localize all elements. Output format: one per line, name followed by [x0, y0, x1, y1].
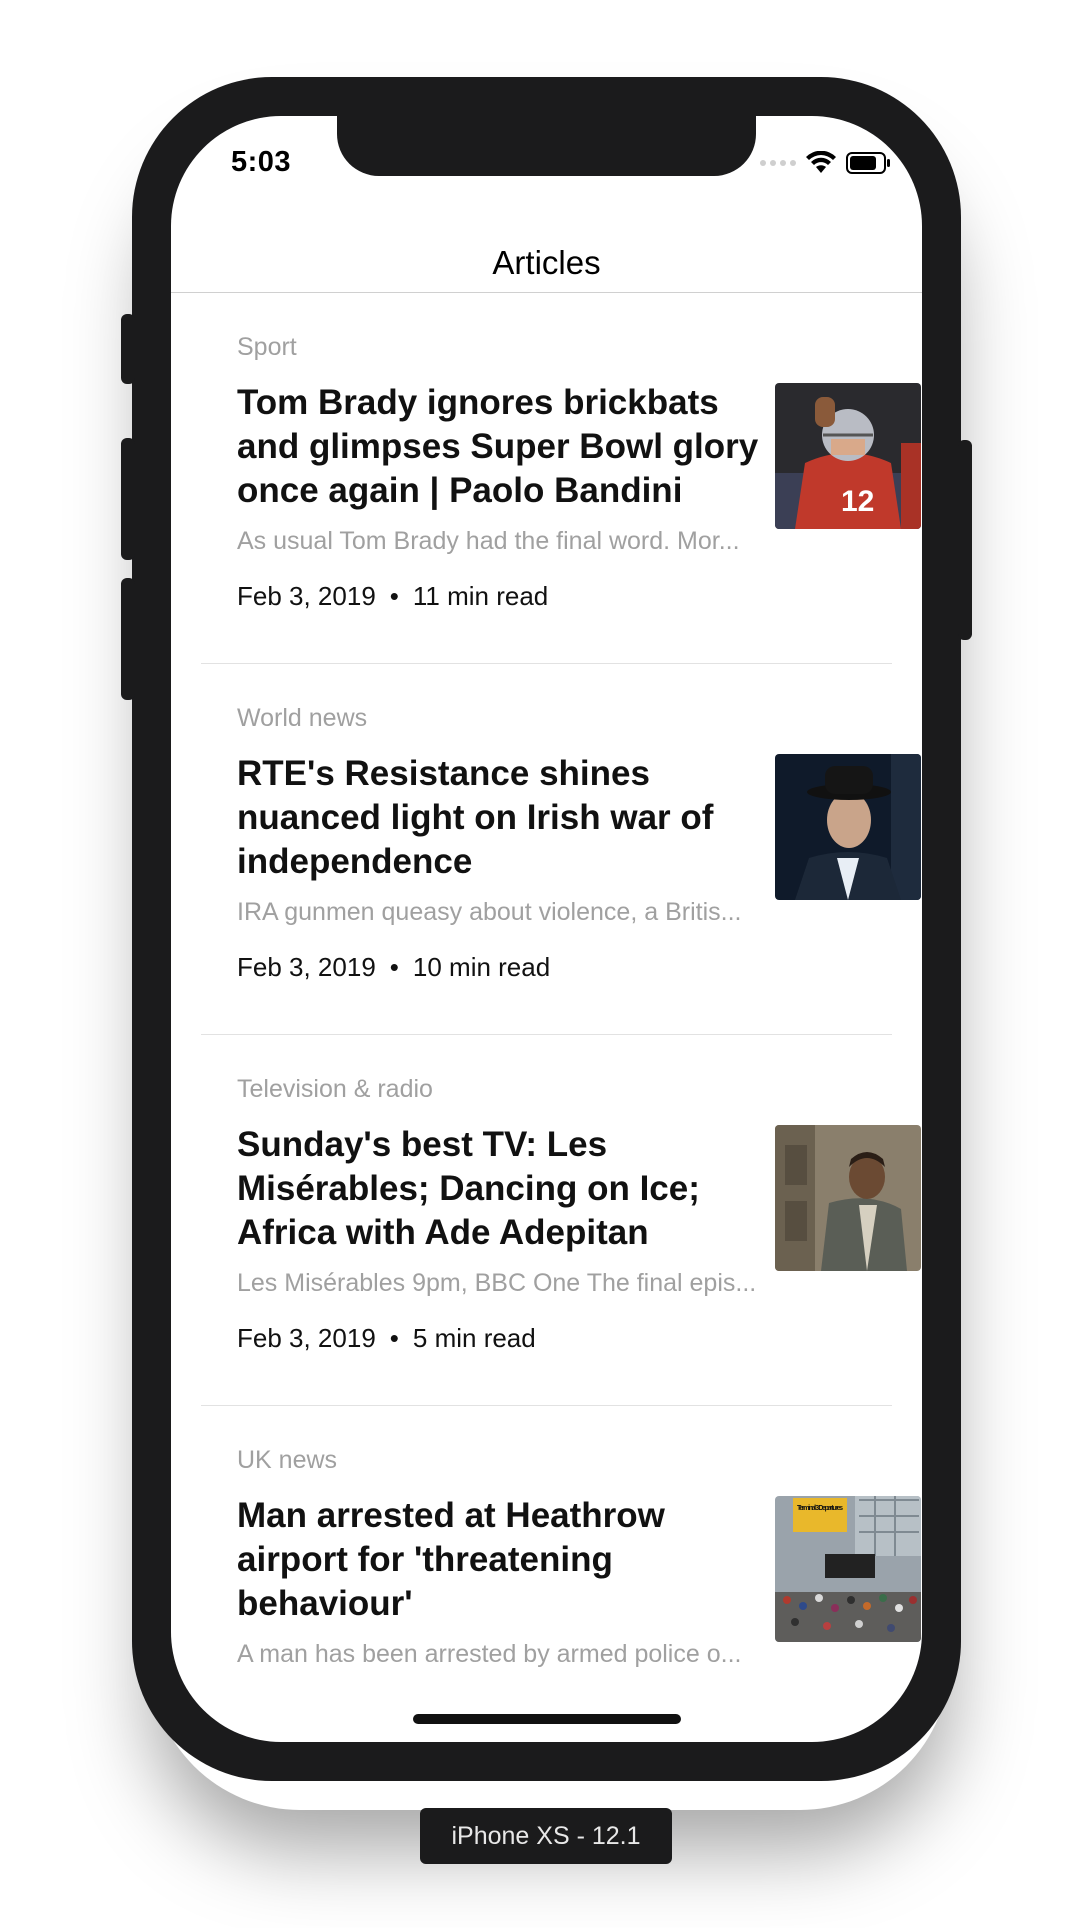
- football-player-photo: 12: [775, 383, 921, 529]
- device-label: iPhone XS - 12.1: [420, 1808, 672, 1864]
- silent-switch: [121, 314, 135, 384]
- phone-screen: 5:03 Articles Sport Tom Brady ignores br…: [171, 116, 922, 1742]
- article-summary: Les Misérables 9pm, BBC One The final ep…: [237, 1269, 757, 1297]
- article-thumbnail[interactable]: 12: [775, 383, 921, 529]
- meta-separator: •: [389, 1323, 399, 1353]
- simulator-stage: 5:03 Articles Sport Tom Brady ignores br…: [0, 0, 1090, 1928]
- power-button: [958, 440, 972, 640]
- article-read-time: 10 min read: [412, 952, 551, 982]
- article-summary: As usual Tom Brady had the final word. M…: [237, 527, 740, 555]
- notch: [337, 116, 756, 176]
- article-card[interactable]: World news RTE's Resistance shines nuanc…: [201, 664, 921, 1035]
- airport-terminal-photo: Terminal 3 Departures: [775, 1496, 921, 1642]
- article-headline[interactable]: Sunday's best TV: Les Misérables; Dancin…: [237, 1123, 767, 1255]
- article-date: Feb 3, 2019: [237, 1323, 376, 1353]
- volume-down-button: [121, 578, 135, 700]
- period-drama-actor-photo: [775, 1125, 921, 1271]
- article-meta: Feb 3, 2019 • 10 min read: [237, 952, 550, 983]
- svg-text:12: 12: [841, 485, 874, 518]
- wifi-icon: [806, 151, 836, 173]
- status-icons: [760, 148, 892, 178]
- article-thumbnail[interactable]: [775, 754, 921, 900]
- terminal-sign-text: Terminal 3 Departures: [797, 1505, 843, 1512]
- meta-separator: •: [389, 952, 399, 982]
- article-date: Feb 3, 2019: [237, 952, 376, 982]
- battery-icon: [846, 152, 890, 174]
- article-summary: A man has been arrested by armed police …: [237, 1640, 742, 1668]
- article-category: Sport: [237, 333, 297, 361]
- article-headline[interactable]: RTE's Resistance shines nuanced light on…: [237, 752, 767, 884]
- article-meta: Feb 3, 2019 • 5 min read: [237, 1323, 536, 1354]
- article-meta: Feb 3, 2019 • 11 min read: [237, 581, 548, 612]
- cellular-signal-icon: [760, 160, 796, 166]
- status-time: 5:03: [231, 146, 292, 178]
- article-card[interactable]: Sport Tom Brady ignores brickbats and gl…: [201, 293, 921, 664]
- article-card[interactable]: Television & radio Sunday's best TV: Les…: [201, 1035, 921, 1406]
- article-headline[interactable]: Tom Brady ignores brickbats and glimpses…: [237, 381, 767, 513]
- article-category: UK news: [237, 1446, 338, 1474]
- article-category: World news: [237, 704, 368, 732]
- meta-separator: •: [389, 581, 399, 611]
- article-read-time: 5 min read: [412, 1323, 536, 1353]
- home-indicator[interactable]: [413, 1714, 681, 1724]
- article-thumbnail[interactable]: Terminal 3 Departures: [775, 1496, 921, 1642]
- article-thumbnail[interactable]: [775, 1125, 921, 1271]
- article-summary: IRA gunmen queasy about violence, a Brit…: [237, 898, 742, 926]
- volume-up-button: [121, 438, 135, 560]
- article-date: Feb 3, 2019: [237, 581, 376, 611]
- article-headline[interactable]: Man arrested at Heathrow airport for 'th…: [237, 1494, 767, 1626]
- article-category: Television & radio: [237, 1075, 433, 1103]
- article-list[interactable]: Sport Tom Brady ignores brickbats and gl…: [171, 293, 922, 1742]
- article-read-time: 11 min read: [412, 581, 549, 611]
- article-card[interactable]: UK news Man arrested at Heathrow airport…: [201, 1406, 921, 1742]
- man-in-hat-photo: [775, 754, 921, 900]
- page-title: Articles: [492, 244, 601, 281]
